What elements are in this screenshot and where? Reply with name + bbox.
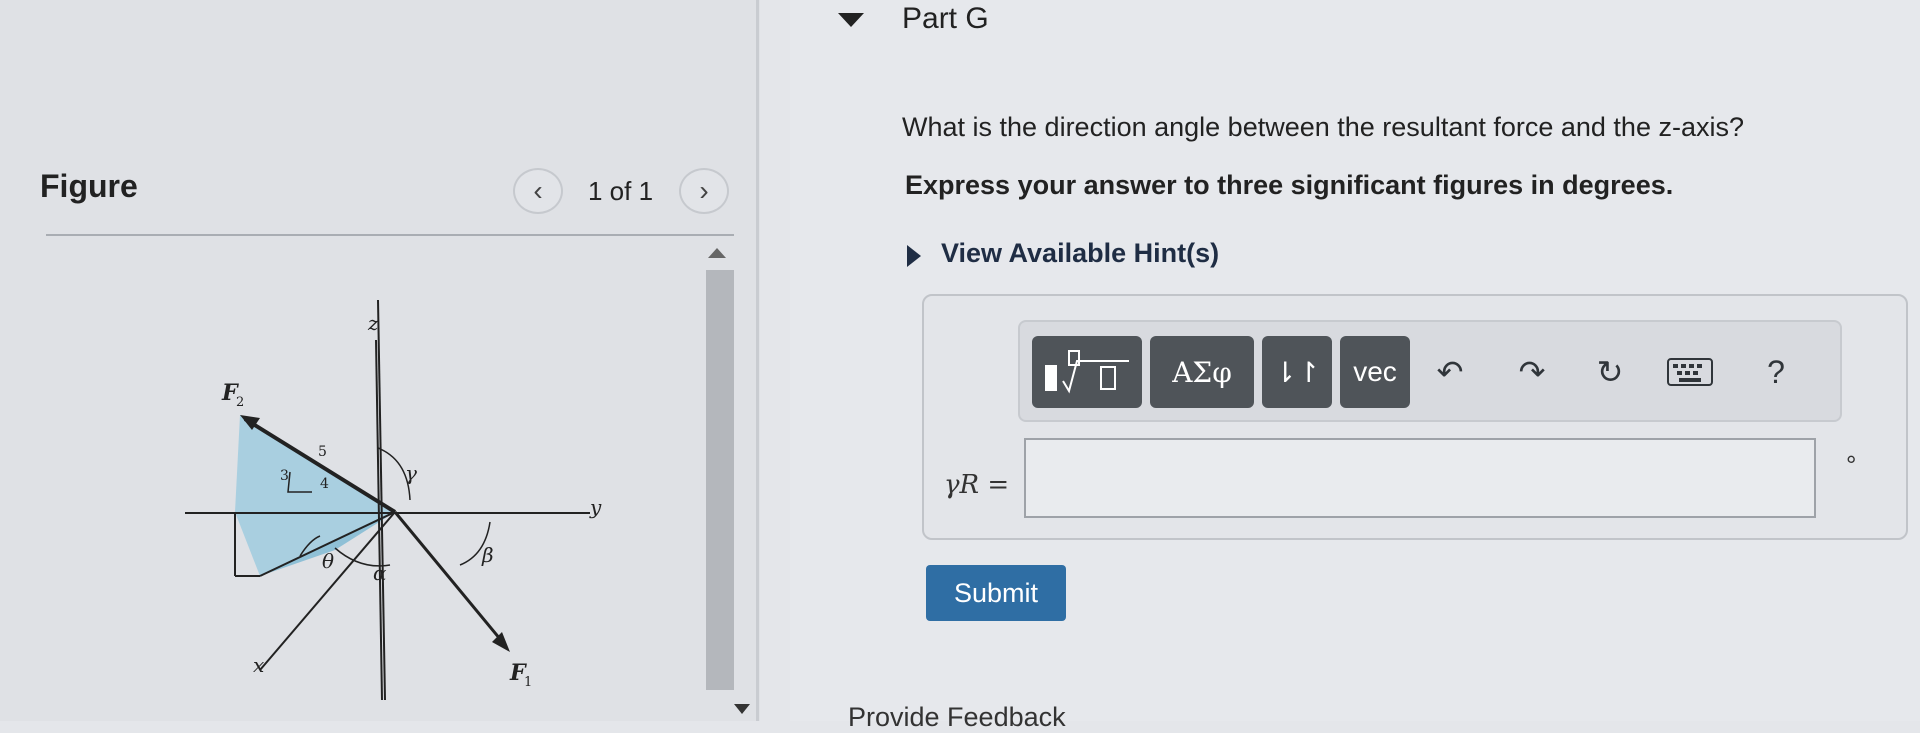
- force-diagram: F 2 F 1 z y x γ β α θ 3 4 5: [185, 300, 602, 700]
- theta-label: θ: [322, 549, 334, 573]
- undo-arrow-icon: ↶: [1436, 354, 1464, 390]
- hint-caret-icon[interactable]: [907, 245, 921, 267]
- scroll-up-arrow[interactable]: [708, 248, 726, 258]
- z-axis-label: z: [367, 311, 379, 335]
- f1-subscript: 1: [524, 675, 532, 690]
- answer-label: γR =: [944, 470, 1010, 500]
- next-figure-button[interactable]: ›: [679, 168, 729, 214]
- f1-arrowhead: [492, 632, 510, 652]
- equation-toolbar: ΑΣφ ⇂↾ vec ↶ ↷ ↻ ?: [1018, 320, 1842, 422]
- triangle-label-3: 3: [280, 468, 289, 484]
- greek-symbols-label: ΑΣφ: [1172, 355, 1232, 389]
- chevron-left-icon: ‹: [533, 175, 543, 206]
- previous-figure-button[interactable]: ‹: [513, 168, 563, 214]
- instruction-text: Express your answer to three significant…: [905, 170, 1674, 200]
- fraction-radical-template-icon: [1045, 350, 1129, 394]
- f2-plane-lower: [235, 512, 395, 576]
- collapse-part-caret-icon[interactable]: [838, 13, 864, 27]
- greek-symbols-button[interactable]: ΑΣφ: [1150, 336, 1254, 408]
- keyboard-button[interactable]: [1660, 342, 1720, 402]
- chevron-right-icon: ›: [699, 175, 709, 206]
- figure-panel: Figure ‹ 1 of 1 › F 2 F 1 z y x γ β α θ …: [0, 0, 760, 721]
- f2-subscript: 2: [236, 395, 244, 410]
- scroll-down-arrow[interactable]: [734, 704, 750, 714]
- arrows-updown-icon: ⇂↾: [1273, 356, 1321, 388]
- x-axis-label: x: [253, 653, 264, 677]
- triangle-label-4: 4: [320, 476, 329, 492]
- submit-button[interactable]: Submit: [926, 565, 1066, 621]
- vector-button[interactable]: vec: [1340, 336, 1410, 408]
- reset-circular-arrow-icon: ↻: [1596, 354, 1624, 390]
- part-title: Part G: [902, 2, 989, 35]
- alpha-label: α: [373, 561, 387, 585]
- y-axis-label: y: [589, 495, 602, 519]
- figure-scrollbar[interactable]: [706, 270, 734, 690]
- view-hints-link[interactable]: View Available Hint(s): [941, 238, 1219, 269]
- figure-divider: [46, 234, 734, 236]
- beta-label: β: [481, 543, 494, 567]
- reset-button[interactable]: ↻: [1580, 342, 1640, 402]
- undo-button[interactable]: ↶: [1420, 342, 1480, 402]
- gamma-label: γ: [405, 461, 417, 485]
- degree-unit-label: °: [1846, 450, 1857, 480]
- answer-input[interactable]: [1024, 438, 1816, 518]
- redo-button[interactable]: ↷: [1502, 342, 1562, 402]
- templates-button[interactable]: [1032, 336, 1142, 408]
- panel-divider: [756, 0, 759, 721]
- question-text: What is the direction angle between the …: [902, 112, 1744, 142]
- provide-feedback-link[interactable]: Provide Feedback: [848, 702, 1066, 733]
- vec-label: vec: [1353, 356, 1397, 387]
- figure-pager-count: 1 of 1: [588, 176, 654, 206]
- help-button[interactable]: ?: [1746, 342, 1806, 402]
- redo-arrow-icon: ↷: [1518, 354, 1546, 390]
- figure-title: Figure: [40, 168, 138, 204]
- help-question-icon: ?: [1767, 353, 1785, 390]
- keyboard-icon: [1667, 358, 1713, 386]
- triangle-label-5: 5: [318, 444, 327, 460]
- subscript-superscript-button[interactable]: ⇂↾: [1262, 336, 1332, 408]
